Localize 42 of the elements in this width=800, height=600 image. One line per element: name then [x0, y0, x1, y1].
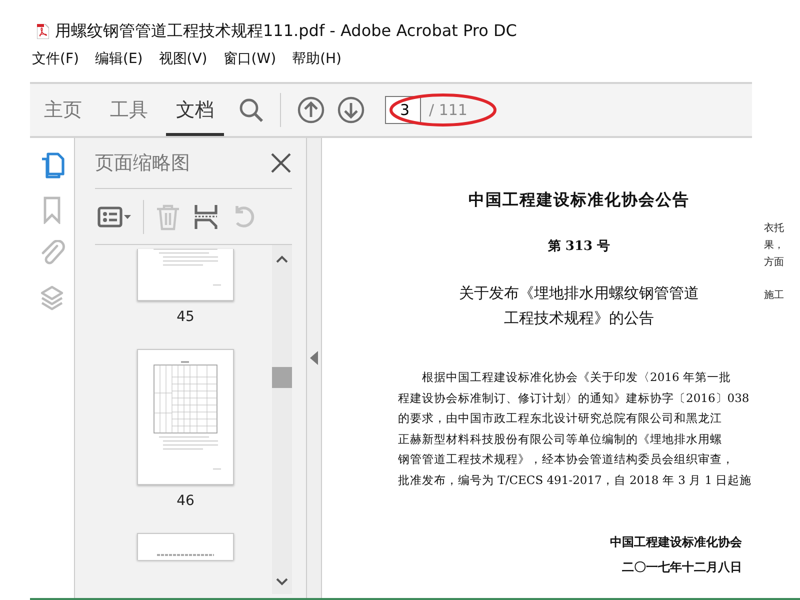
page-count: / 111 — [429, 101, 468, 119]
menu-item[interactable]: 文件(F) — [32, 50, 79, 74]
notice-title-line: 关于发布《埋地排水用螺纹钢管管道 — [458, 283, 700, 304]
page-thumbnail[interactable] — [137, 249, 234, 301]
nav-tab[interactable]: 主页 — [34, 84, 92, 136]
menu-item[interactable]: 编辑(E) — [94, 50, 143, 74]
pages-icon[interactable] — [39, 152, 65, 180]
text-fragment: 施工 — [764, 288, 784, 303]
body-text-line: 程建设协会标准制订、修订计划〉的通知》建标协字〔2016〕038 — [398, 390, 750, 406]
panel-title: 页面缩略图 — [95, 151, 190, 176]
body-text-line: 的要求，由中国市政工程东北设计研究总院有限公司和黑龙江 — [398, 410, 723, 427]
nav-tab[interactable]: 工具 — [100, 84, 158, 136]
page-thumbnail[interactable] — [137, 349, 234, 485]
extract-pages-icon[interactable] — [192, 202, 220, 230]
collapse-panel-icon[interactable] — [310, 351, 318, 365]
scroll-up-icon[interactable] — [276, 255, 288, 263]
text-fragment: 果， — [764, 239, 784, 253]
notice-heading: 中国工程建设标准化协会公告 — [468, 190, 690, 211]
scrollbar-thumb[interactable] — [272, 367, 292, 388]
text-fragment: 方面 — [764, 256, 784, 270]
date: 二〇一七年十二月八日 — [621, 559, 743, 576]
pdf-file-icon — [37, 24, 49, 38]
arrow-down-circle-icon[interactable] — [337, 96, 365, 124]
page-number-label: 45 — [176, 309, 194, 325]
notice-title-line: 工程技术规程》的公告 — [503, 308, 655, 329]
signature: 中国工程建设标准化协会 — [609, 534, 743, 551]
menu-item[interactable]: 窗口(W) — [223, 50, 276, 74]
notice-number: 第 313 号 — [546, 238, 612, 255]
close-icon[interactable] — [270, 152, 292, 174]
body-text-line: 正赫新型材料科技股份有限公司等单位编制的《埋地排水用螺 — [398, 430, 723, 448]
search-icon[interactable] — [238, 97, 264, 123]
text-fragment: 衣托 — [764, 222, 784, 236]
page-thumbnail[interactable] — [137, 533, 234, 560]
menu-item[interactable]: 视图(V) — [158, 50, 208, 74]
arrow-up-circle-icon[interactable] — [297, 96, 325, 124]
body-text-line: 根据中国工程建设标准化协会《关于印发〈2016 年第一批 — [421, 369, 732, 386]
scroll-down-icon[interactable] — [276, 578, 288, 586]
body-text-line: 钢管管道工程技术规程》，经本协会管道结构委员会组织审查， — [398, 451, 735, 468]
body-text-line: 批准发布，编号为 T/CECS 491-2017，自 2018 年 3 月 1 日起施 — [398, 472, 753, 488]
window-title: 用螺纹钢管管道工程技术规程111.pdf - Adobe Acrobat Pro DC — [55, 20, 517, 42]
page-number-label: 46 — [176, 493, 194, 509]
menu-item[interactable]: 帮助(H) — [292, 50, 342, 74]
